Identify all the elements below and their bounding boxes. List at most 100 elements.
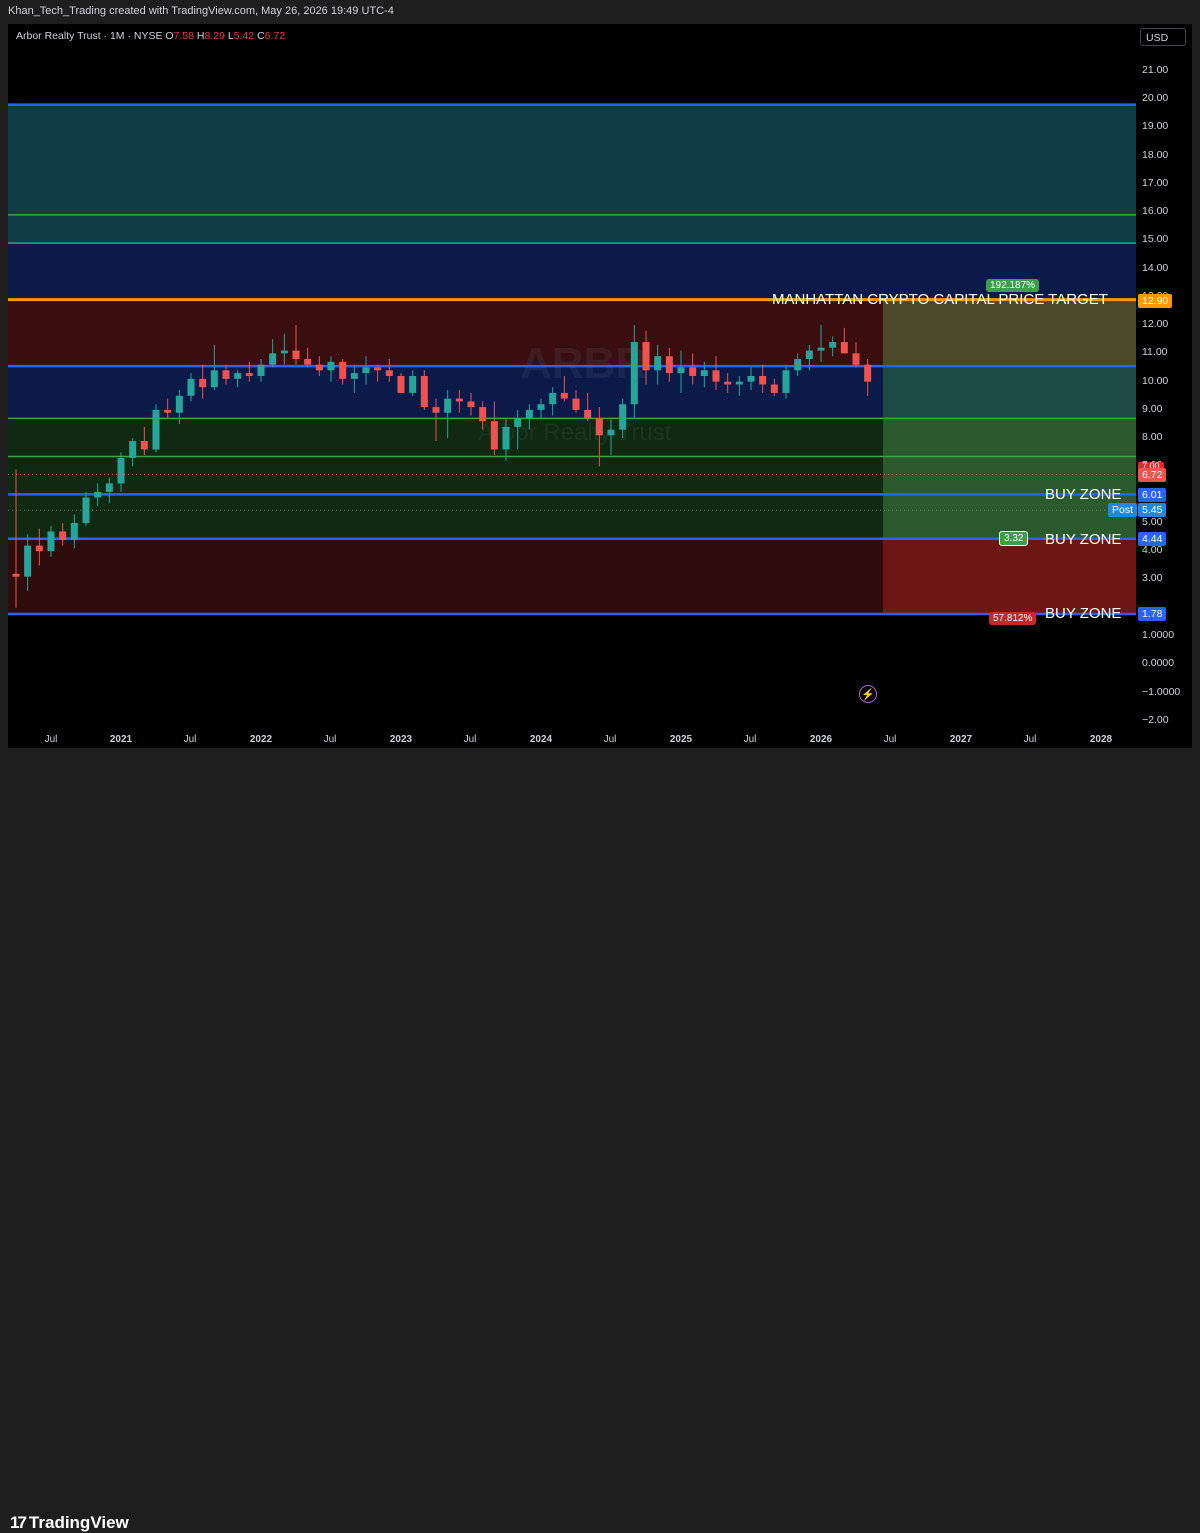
low-value: 5.42 (233, 30, 255, 42)
y-tick-label: 15.00 (1142, 233, 1169, 246)
candle-body-6 (82, 497, 90, 523)
loss-percent-badge: 57.812% (989, 612, 1037, 625)
y-tick-label: 19.00 (1142, 120, 1169, 133)
candle-body-25 (304, 359, 312, 365)
close-key: C (257, 30, 265, 42)
candle-body-69 (817, 347, 825, 351)
candle-body-4 (59, 531, 67, 540)
symbol-legend[interactable]: Arbor Realty Trust · 1M · NYSE O7.58 H8.… (16, 30, 285, 42)
candle-body-17 (210, 370, 218, 388)
candle-body-27 (327, 361, 335, 371)
candle-body-18 (222, 370, 230, 379)
footer-bar: 17 TradingView (0, 748, 1200, 1532)
candle-body-9 (117, 457, 125, 484)
candle-body-36 (432, 407, 440, 413)
candle-body-58 (689, 367, 697, 376)
brand-text: TradingView (28, 1513, 129, 1532)
y-tick-label: 0.0000 (1142, 657, 1175, 670)
y-tick-label: 18.00 (1142, 148, 1169, 161)
candle-body-35 (420, 375, 428, 408)
candle-body-15 (187, 378, 195, 396)
x-tick-label: 2026 (809, 734, 833, 745)
candle-body-64 (759, 375, 767, 385)
x-tick-label: Jul (323, 734, 337, 745)
candle-body-56 (665, 356, 673, 374)
frame-edge (1192, 24, 1200, 748)
y-tick-label: 3.00 (1142, 572, 1163, 585)
watermark-ticker: ARBR (520, 339, 648, 388)
candle-body-61 (724, 381, 732, 385)
currency-button[interactable]: USD (1140, 28, 1186, 46)
candle-body-21 (257, 364, 265, 376)
projection-box-green (883, 418, 1136, 539)
candle-body-33 (397, 375, 405, 393)
x-tick-label: 2023 (389, 734, 413, 745)
candle-body-28 (339, 361, 347, 379)
watermark-name: Arbor Realty Trust (478, 419, 672, 446)
price-target-label: MANHATTAN CRYPTO CAPITAL PRICE TARGET (772, 291, 1108, 308)
target-price-tag: 12.90 (1138, 294, 1173, 308)
chart-pane[interactable]: ARBR Arbor Realty Trust (8, 24, 1136, 748)
x-tick-label: 2027 (949, 734, 973, 745)
y-tick-label: 12.00 (1142, 318, 1169, 331)
y-tick-label: 11.00 (1142, 346, 1168, 359)
y-tick-label: −1.0000 (1142, 685, 1181, 698)
candle-body-39 (467, 401, 475, 408)
candle-body-71 (840, 342, 848, 354)
candle-body-20 (245, 373, 253, 376)
y-tick-label: 10.00 (1142, 374, 1169, 387)
x-tick-label: Jul (743, 734, 757, 745)
x-tick-label: 2022 (249, 734, 273, 745)
candle-body-29 (350, 373, 358, 379)
candle-body-65 (770, 384, 778, 393)
post-market-label: Post (1108, 503, 1138, 517)
candle-body-57 (677, 367, 685, 374)
y-tick-label: 8.00 (1142, 431, 1163, 444)
attribution-bar: Khan_Tech_Trading created with TradingVi… (0, 0, 1200, 24)
close-value: 6.72 (264, 30, 286, 42)
x-tick-label: Jul (44, 734, 58, 745)
buy-zone-price-tag-3: 1.78 (1138, 607, 1167, 621)
buy-zone-label-2: BUY ZONE (1045, 531, 1122, 548)
candle-body-68 (805, 350, 813, 360)
candle-body-49 (584, 409, 592, 419)
candle-body-46 (549, 392, 557, 405)
tv-mark-icon: 17 (10, 1513, 27, 1532)
y-tick-label: 4.00 (1142, 544, 1163, 557)
candle-body-3 (47, 531, 55, 552)
projection-box-red (883, 538, 1136, 614)
candle-body-37 (444, 398, 452, 413)
candle-body-2 (35, 545, 43, 552)
candle-body-34 (409, 375, 417, 393)
candle-body-38 (455, 398, 463, 402)
candle-body-19 (234, 373, 242, 379)
y-tick-label: 14.00 (1142, 261, 1169, 274)
open-key: O (165, 30, 174, 42)
tradingview-logo[interactable]: 17 TradingView (10, 1513, 129, 1533)
candle-body-55 (654, 356, 662, 371)
lightning-icon[interactable]: ⚡ (859, 685, 877, 703)
symbol-title: Arbor Realty Trust · 1M · NYSE (16, 30, 163, 42)
candle-body-11 (140, 440, 148, 450)
open-value: 7.58 (173, 30, 194, 42)
high-value: 8.29 (204, 30, 225, 42)
buy-zone-price-tag-2: 4.44 (1138, 532, 1167, 546)
candle-body-44 (525, 409, 533, 419)
candle-body-30 (362, 367, 370, 374)
candle-body-32 (385, 370, 393, 376)
candle-body-67 (794, 359, 802, 371)
y-tick-label: 9.00 (1142, 402, 1163, 415)
y-tick-label: 20.00 (1142, 92, 1169, 104)
buy-zone-price-tag-1: 6.01 (1138, 488, 1167, 502)
candle-body-12 (152, 409, 160, 450)
x-tick-label: 2024 (529, 734, 553, 745)
candle-body-7 (94, 491, 102, 498)
high-key: H (196, 30, 205, 42)
candle-body-23 (280, 350, 288, 354)
x-tick-label: 2021 (109, 734, 133, 745)
candle-body-14 (175, 395, 183, 413)
candle-body-5 (70, 522, 78, 540)
x-tick-label: Jul (1023, 734, 1037, 745)
y-tick-label: 5.00 (1142, 515, 1163, 528)
y-tick-label: 21.00 (1142, 63, 1169, 76)
